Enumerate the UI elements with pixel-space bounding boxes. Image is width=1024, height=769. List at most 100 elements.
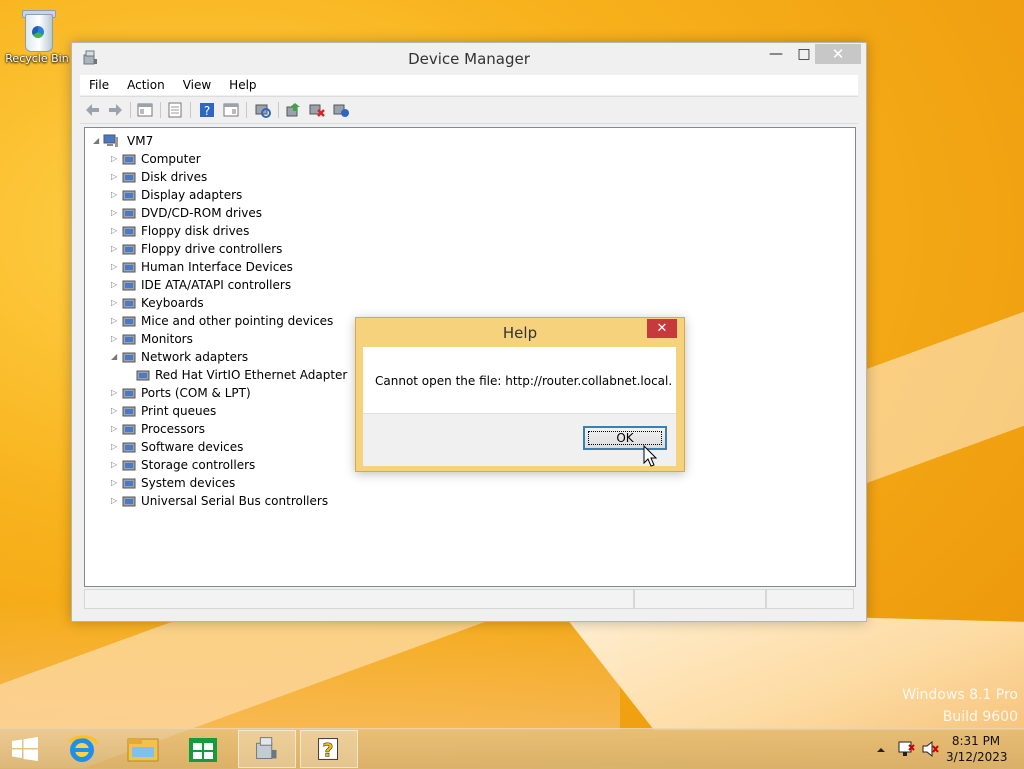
- enable-device-icon[interactable]: [332, 101, 350, 119]
- processor-icon: [122, 424, 136, 435]
- tree-item-label: Network adapters: [141, 350, 249, 364]
- store-icon[interactable]: [175, 730, 231, 768]
- recycle-bin-desktop-icon[interactable]: Recycle Bin: [4, 6, 70, 65]
- expand-arrow-icon[interactable]: ▷: [111, 186, 121, 204]
- expand-arrow-icon[interactable]: ▷: [111, 420, 121, 438]
- start-icon[interactable]: [0, 730, 50, 768]
- close-button[interactable]: ✕: [815, 44, 861, 64]
- status-cell-1: [84, 589, 634, 609]
- help-dialog-title: Help: [502, 324, 538, 342]
- ide-controller-icon: [122, 280, 136, 291]
- help-dialog-titlebar[interactable]: Help ✕: [356, 318, 684, 346]
- computer-icon: [122, 154, 136, 165]
- focus-rect: [588, 431, 662, 445]
- show-hide-console-tree-icon[interactable]: [136, 101, 154, 119]
- expand-arrow-icon[interactable]: ▷: [111, 204, 121, 222]
- expand-arrow-icon[interactable]: ▷: [111, 258, 121, 276]
- update-driver-icon[interactable]: [284, 101, 302, 119]
- show-hide-action-pane-icon[interactable]: [222, 101, 240, 119]
- internet-explorer-icon[interactable]: [55, 730, 111, 768]
- svg-text:?: ?: [204, 104, 210, 118]
- tree-item-label: System devices: [141, 476, 236, 490]
- clock-time: 8:31 PM: [951, 734, 1001, 748]
- tree-item-label: Universal Serial Bus controllers: [141, 494, 329, 508]
- system-device-icon: [122, 478, 136, 489]
- status-cell-2: [634, 589, 766, 609]
- file-explorer-icon[interactable]: [115, 730, 171, 768]
- computer-icon: [103, 134, 118, 147]
- expand-arrow-icon[interactable]: ▷: [111, 240, 121, 258]
- usb-icon: [122, 496, 136, 507]
- expand-arrow-icon[interactable]: ▷: [111, 492, 121, 510]
- tree-item-label: Floppy drive controllers: [141, 242, 283, 256]
- help-close-button[interactable]: ✕: [647, 319, 677, 338]
- collapse-arrow-icon[interactable]: ◢: [111, 348, 121, 366]
- menu-bar: File Action View Help: [80, 75, 858, 95]
- properties-icon[interactable]: [166, 101, 184, 119]
- expand-arrow-icon[interactable]: ▷: [111, 456, 121, 474]
- network-adapter-icon: [136, 370, 150, 381]
- storage-controller-icon: [122, 460, 136, 471]
- scan-hardware-icon[interactable]: [254, 101, 272, 119]
- back-arrow-icon[interactable]: [84, 101, 102, 119]
- window-title: Device Manager: [408, 50, 530, 68]
- mouse-icon: [122, 316, 136, 327]
- show-hidden-icons-icon[interactable]: [874, 729, 888, 769]
- watermark-build: Build 9600: [942, 709, 1018, 725]
- device-manager-taskbar-icon[interactable]: [238, 730, 296, 768]
- svg-text:?: ?: [323, 740, 334, 762]
- floppy-controller-icon: [122, 244, 136, 255]
- expand-arrow-icon[interactable]: ▷: [111, 150, 121, 168]
- expand-arrow-icon[interactable]: ▷: [111, 402, 121, 420]
- expand-arrow-icon[interactable]: ▷: [111, 474, 121, 492]
- recycle-bin-icon: [19, 6, 56, 52]
- collapse-arrow-icon[interactable]: ◢: [93, 132, 103, 150]
- menu-view[interactable]: View: [174, 75, 220, 95]
- taskbar-clock[interactable]: 8:31 PM 3/12/2023: [946, 733, 1008, 765]
- tree-item-label: Processors: [141, 422, 206, 436]
- tree-item-label: Ports (COM & LPT): [141, 386, 251, 400]
- menu-action[interactable]: Action: [118, 75, 174, 95]
- help-taskbar-icon[interactable]: ?: [300, 730, 358, 768]
- expand-arrow-icon[interactable]: ▷: [111, 330, 121, 348]
- expand-arrow-icon[interactable]: ▷: [111, 312, 121, 330]
- tree-item-label: Software devices: [141, 440, 244, 454]
- menu-file[interactable]: File: [80, 75, 118, 95]
- maximize-button[interactable]: □: [790, 44, 818, 64]
- expand-arrow-icon[interactable]: ▷: [111, 438, 121, 456]
- display-adapter-icon: [122, 190, 136, 201]
- expand-arrow-icon[interactable]: ▷: [111, 276, 121, 294]
- mouse-cursor-icon: [643, 445, 657, 467]
- tree-item-label: Storage controllers: [141, 458, 256, 472]
- expand-arrow-icon[interactable]: ▷: [111, 168, 121, 186]
- tree-item-label: Display adapters: [141, 188, 243, 202]
- tree-item-label: Human Interface Devices: [141, 260, 293, 274]
- expand-arrow-icon[interactable]: ▷: [111, 222, 121, 240]
- expand-arrow-icon[interactable]: ▷: [111, 294, 121, 312]
- minimize-button[interactable]: —: [762, 44, 790, 64]
- printer-icon: [122, 406, 136, 417]
- watermark-edition: Windows 8.1 Pro: [902, 687, 1018, 703]
- status-bar: [84, 587, 854, 609]
- forward-arrow-icon[interactable]: [106, 101, 124, 119]
- help-dialog: Help ✕ Cannot open the file: http://rout…: [355, 317, 685, 472]
- volume-muted-icon[interactable]: [920, 729, 940, 769]
- help-toolbar-icon[interactable]: ?: [198, 101, 216, 119]
- tree-item-label: Keyboards: [141, 296, 204, 310]
- hid-icon: [122, 262, 136, 273]
- tree-item-label: IDE ATA/ATAPI controllers: [141, 278, 292, 292]
- help-dialog-body: Cannot open the file: http://router.coll…: [363, 347, 676, 466]
- device-manager-titlebar[interactable]: Device Manager — □ ✕: [72, 43, 866, 74]
- keyboard-icon: [122, 298, 136, 309]
- network-adapter-icon: [122, 352, 136, 363]
- tree-item-label: Floppy disk drives: [141, 224, 250, 238]
- help-message: Cannot open the file: http://router.coll…: [375, 374, 673, 388]
- network-tray-icon[interactable]: [896, 729, 916, 769]
- menu-help[interactable]: Help: [220, 75, 265, 95]
- tree-item-label: Mice and other pointing devices: [141, 314, 334, 328]
- uninstall-device-icon[interactable]: [308, 101, 326, 119]
- tree-item-label: DVD/CD-ROM drives: [141, 206, 263, 220]
- tree-item-label: Red Hat VirtIO Ethernet Adapter: [155, 368, 348, 382]
- expand-arrow-icon[interactable]: ▷: [111, 384, 121, 402]
- port-icon: [122, 388, 136, 399]
